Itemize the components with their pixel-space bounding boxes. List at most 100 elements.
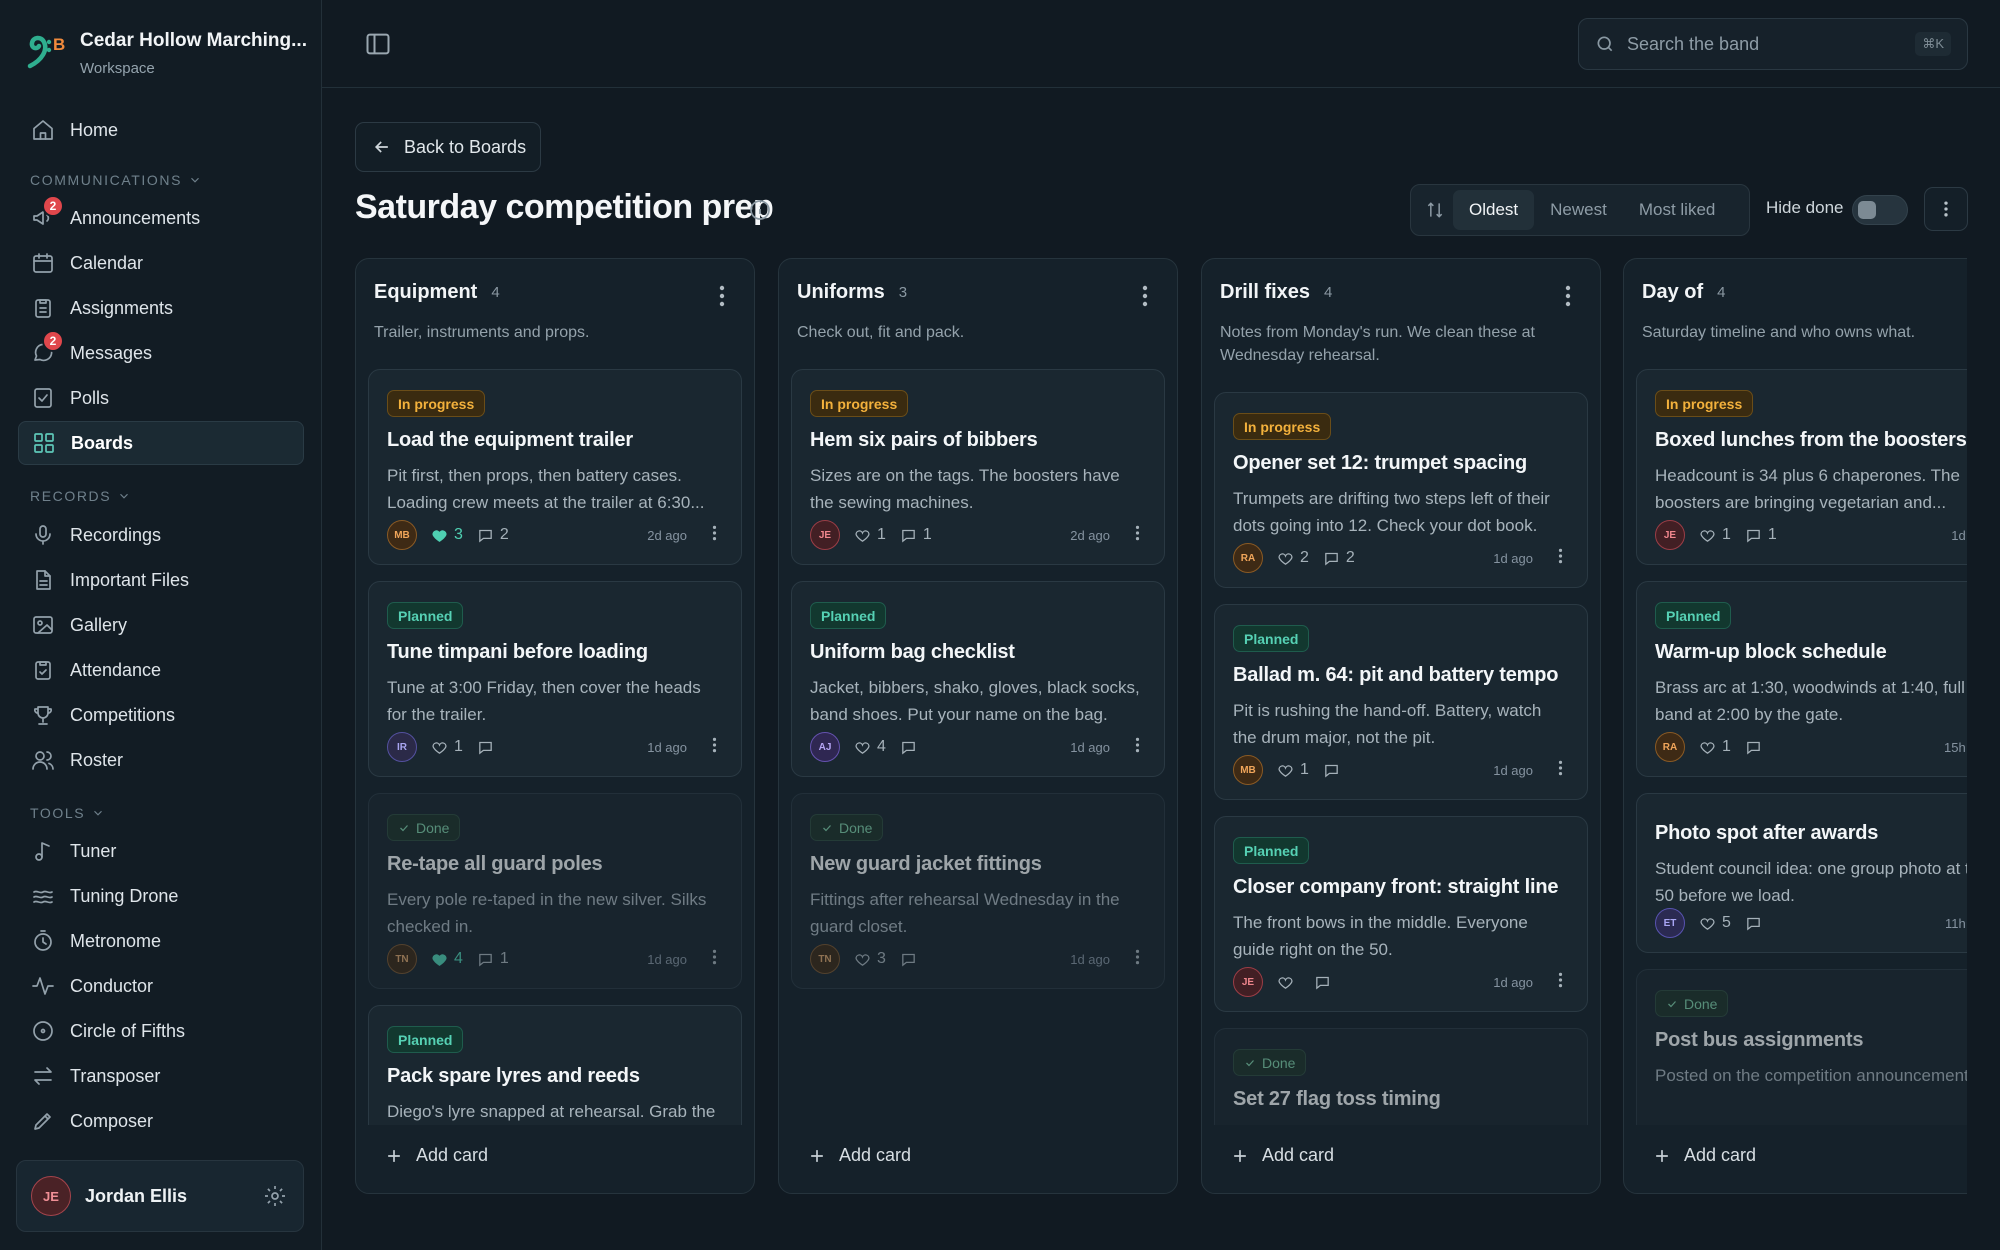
like-button[interactable]: 3 [431, 526, 463, 544]
comment-button[interactable]: 2 [477, 526, 509, 544]
board-card[interactable]: In progress Load the equipment trailer Pit… [368, 369, 742, 565]
status-label: Done [1262, 1054, 1296, 1071]
card-title: Load the equipment trailer [387, 429, 633, 451]
nav-calendar[interactable]: Calendar [18, 241, 304, 285]
comment-button[interactable] [1745, 739, 1768, 756]
card-menu-button[interactable] [1551, 548, 1569, 568]
search-placeholder: Search the band [1627, 33, 1760, 54]
board-card[interactable]: In progress Opener set 12: trumpet spacin… [1214, 392, 1588, 588]
sort-oldest[interactable]: Oldest [1453, 190, 1535, 230]
add-card-button[interactable]: Add card [1652, 1145, 1756, 1166]
board-card[interactable]: Done New guard jacket fittings Fittings af… [791, 793, 1165, 989]
nav-composer[interactable]: Composer [18, 1099, 304, 1143]
nav-circle-of-fifths[interactable]: Circle of Fifths [18, 1009, 304, 1053]
like-button[interactable]: 1 [1699, 526, 1731, 544]
card-menu-button[interactable] [705, 525, 723, 545]
like-button[interactable]: 1 [1277, 761, 1309, 779]
section-records[interactable]: RECORDS [30, 488, 131, 504]
comment-button[interactable] [477, 739, 500, 756]
section-communications[interactable]: COMMUNICATIONS [30, 172, 202, 188]
like-button[interactable] [1277, 974, 1300, 991]
like-button[interactable]: 1 [854, 526, 886, 544]
like-button[interactable]: 5 [1699, 914, 1731, 932]
comment-icon [900, 739, 923, 756]
comment-icon [477, 951, 500, 968]
board-card[interactable]: Done Post bus assignments Posted on the co… [1636, 969, 1967, 1125]
sort-most-liked[interactable]: Most liked [1623, 190, 1732, 230]
board-card[interactable]: Done Re-tape all guard poles Every pole re… [368, 793, 742, 989]
board-card[interactable]: Planned Pack spare lyres and reeds Diego's… [368, 1005, 742, 1125]
board-card[interactable]: Planned Ballad m. 64: pit and battery tem… [1214, 604, 1588, 800]
like-button[interactable]: 2 [1277, 549, 1309, 567]
comment-button[interactable]: 1 [1745, 526, 1777, 544]
status-label: Done [1684, 995, 1718, 1012]
comment-button[interactable]: 1 [477, 950, 509, 968]
image-icon [30, 612, 56, 638]
board-card[interactable]: Planned Tune timpani before loading Tune a… [368, 581, 742, 777]
board-card[interactable]: Planned Warm-up block schedule Brass arc a… [1636, 581, 1967, 777]
board-card[interactable]: In progress Boxed lunches from the booste… [1636, 369, 1967, 565]
add-card-button[interactable]: Add card [1230, 1145, 1334, 1166]
comment-button[interactable]: 1 [900, 526, 932, 544]
search-input[interactable]: Search the band ⌘K [1578, 18, 1968, 70]
nav-tuning-drone[interactable]: Tuning Drone [18, 874, 304, 918]
board-card[interactable]: In progress Hem six pairs of bibbers Sizes… [791, 369, 1165, 565]
info-icon[interactable] [748, 198, 772, 222]
board-column: Equipment 4 Trailer, instruments and props… [355, 258, 755, 1194]
comment-button[interactable]: 2 [1323, 549, 1355, 567]
gear-icon[interactable] [263, 1184, 287, 1208]
hide-done-toggle[interactable] [1852, 195, 1908, 225]
nav-roster[interactable]: Roster [18, 738, 304, 782]
nav-recordings[interactable]: Recordings [18, 513, 304, 557]
like-button[interactable]: 3 [854, 950, 886, 968]
like-button[interactable]: 4 [431, 950, 463, 968]
back-to-boards-button[interactable]: Back to Boards [355, 122, 541, 172]
like-button[interactable]: 4 [854, 738, 886, 756]
nav-competitions[interactable]: Competitions [18, 693, 304, 737]
nav-assignments[interactable]: Assignments [18, 286, 304, 330]
comment-icon [1323, 762, 1346, 779]
sort-newest[interactable]: Newest [1534, 190, 1623, 230]
workspace-switcher[interactable]: B Cedar Hollow Marching... Workspace [22, 30, 307, 78]
nav-conductor[interactable]: Conductor [18, 964, 304, 1008]
nav-polls[interactable]: Polls [18, 376, 304, 420]
card-description: Pit is rushing the hand-off. Battery, wa… [1233, 701, 1542, 747]
nav-transposer[interactable]: Transposer [18, 1054, 304, 1098]
nav-announcements[interactable]: 2 Announcements [18, 195, 304, 240]
board-menu-button[interactable] [1924, 187, 1968, 231]
comment-button[interactable] [900, 951, 923, 968]
comment-button[interactable] [1323, 762, 1346, 779]
section-tools[interactable]: TOOLS [30, 805, 105, 821]
status-label: Planned [1244, 630, 1299, 647]
card-menu-button[interactable] [705, 737, 723, 757]
nav-messages[interactable]: 2 Messages [18, 330, 304, 375]
nav-gallery[interactable]: Gallery [18, 603, 304, 647]
add-card-button[interactable]: Add card [384, 1145, 488, 1166]
avatar: JE [31, 1176, 71, 1216]
nav-important-files[interactable]: Important Files [18, 558, 304, 602]
nav-attendance[interactable]: Attendance [18, 648, 304, 692]
card-menu-button[interactable] [705, 949, 723, 969]
card-menu-button[interactable] [1551, 972, 1569, 992]
comment-button[interactable] [900, 739, 923, 756]
like-button[interactable]: 1 [1699, 738, 1731, 756]
user-card[interactable]: JE Jordan Ellis [16, 1160, 304, 1232]
nav-metronome[interactable]: Metronome [18, 919, 304, 963]
card-menu-button[interactable] [1128, 525, 1146, 545]
nav-tuner[interactable]: Tuner [18, 829, 304, 873]
board-card[interactable]: Planned Closer company front: straight li… [1214, 816, 1588, 1012]
card-menu-button[interactable] [1128, 949, 1146, 969]
board-card[interactable]: Photo spot after awards Student council i… [1636, 793, 1967, 953]
board-card[interactable]: Planned Uniform bag checklist Jacket, bibb… [791, 581, 1165, 777]
board-card[interactable]: Done Set 27 flag toss timing [1214, 1028, 1588, 1125]
status-badge: In progress [387, 390, 486, 417]
comment-button[interactable] [1745, 915, 1768, 932]
sidebar-toggle-button[interactable] [364, 30, 394, 60]
add-card-button[interactable]: Add card [807, 1145, 911, 1166]
comment-button[interactable] [1314, 974, 1337, 991]
nav-boards[interactable]: Boards [18, 421, 304, 465]
card-menu-button[interactable] [1128, 737, 1146, 757]
like-button[interactable]: 1 [431, 738, 463, 756]
card-menu-button[interactable] [1551, 760, 1569, 780]
nav-home[interactable]: Home [18, 108, 304, 152]
